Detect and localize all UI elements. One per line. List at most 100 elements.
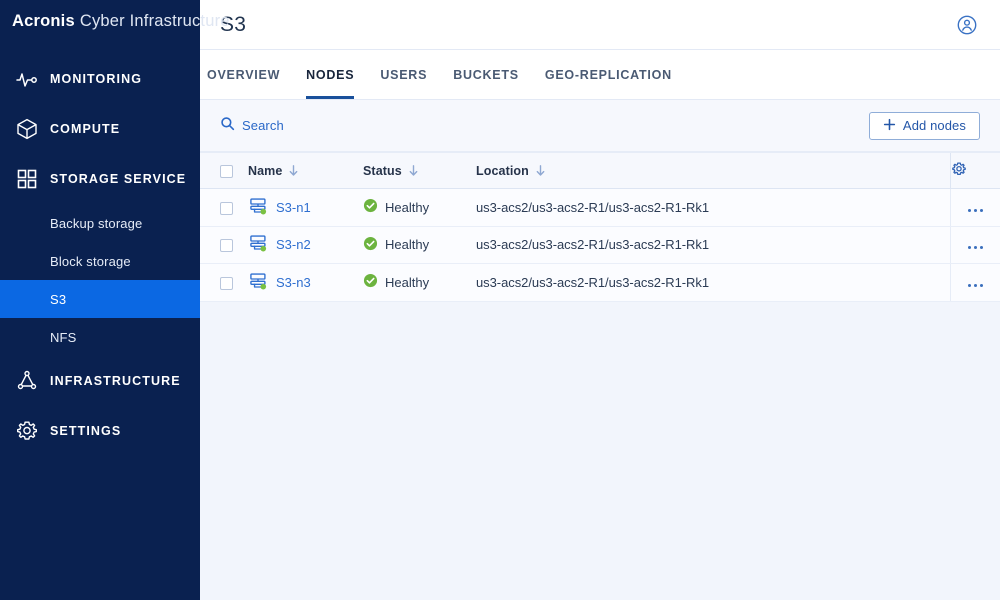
row-name-cell: S3-n2 — [248, 226, 363, 264]
node-icon — [248, 271, 268, 294]
tab-label: BUCKETS — [453, 67, 519, 82]
table-row[interactable]: S3-n2 Healthy us3-acs2/us3-acs2-R1/us3-a… — [200, 226, 1000, 264]
sidebar-subitem-block-storage[interactable]: Block storage — [0, 242, 200, 280]
sort-arrow-icon[interactable] — [535, 164, 546, 177]
sidebar-item-settings[interactable]: SETTINGS — [0, 406, 200, 456]
column-header-settings — [949, 152, 1000, 189]
top-bar: S3 — [200, 0, 1000, 50]
column-header-status[interactable]: Status — [363, 152, 476, 189]
row-status-cell: Healthy — [363, 188, 476, 227]
sidebar-subitem-label: NFS — [50, 329, 77, 345]
node-name-link[interactable]: S3-n3 — [276, 275, 311, 290]
tab-bar: OVERVIEW NODES USERS BUCKETS GEO-REPLICA… — [200, 50, 1000, 100]
sidebar-subitem-label: S3 — [50, 291, 67, 307]
sidebar-item-storage-service[interactable]: STORAGE SERVICE — [0, 154, 200, 204]
sort-arrow-icon[interactable] — [288, 164, 299, 177]
column-label: Name — [248, 163, 283, 178]
table-header-row: Name Status Location — [200, 152, 1000, 189]
sidebar-subitem-label: Block storage — [50, 253, 131, 269]
pulse-icon — [12, 64, 42, 94]
sidebar-item-monitoring[interactable]: MONITORING — [0, 54, 200, 104]
logo-brand: Acronis — [12, 11, 75, 30]
tab-label: GEO-REPLICATION — [544, 67, 672, 82]
status-label: Healthy — [385, 274, 430, 290]
tab-overview[interactable]: OVERVIEW — [207, 50, 293, 99]
row-select-cell — [200, 226, 248, 264]
search-icon — [220, 116, 235, 136]
node-icon — [248, 196, 268, 219]
row-checkbox[interactable] — [220, 276, 233, 290]
column-header-name[interactable]: Name — [248, 152, 363, 189]
triangle-nodes-icon — [12, 366, 42, 396]
status-healthy-icon — [363, 236, 378, 254]
tab-buckets[interactable]: BUCKETS — [440, 50, 532, 99]
tab-nodes[interactable]: NODES — [293, 50, 367, 99]
table-body: S3-n1 Healthy us3-acs2/us3-acs2-R1/us3-a… — [200, 188, 1000, 302]
table-row[interactable]: S3-n3 Healthy us3-acs2/us3-acs2-R1/us3-a… — [200, 263, 1000, 302]
add-nodes-label: Add nodes — [902, 118, 966, 133]
table-row[interactable]: S3-n1 Healthy us3-acs2/us3-acs2-R1/us3-a… — [200, 188, 1000, 227]
row-location-cell: us3-acs2/us3-acs2-R1/us3-acs2-R1-Rk1 — [476, 188, 950, 227]
add-nodes-button[interactable]: Add nodes — [868, 111, 980, 140]
status-label: Healthy — [385, 199, 430, 215]
search-button[interactable]: Search — [220, 116, 284, 136]
column-label: Status — [363, 163, 402, 178]
sidebar-subitem-backup-storage[interactable]: Backup storage — [0, 204, 200, 242]
sidebar-item-compute[interactable]: COMPUTE — [0, 104, 200, 154]
sidebar-subitem-nfs[interactable]: NFS — [0, 318, 200, 356]
column-header-location[interactable]: Location — [476, 152, 950, 189]
tab-label: NODES — [306, 67, 355, 82]
gear-icon — [12, 416, 42, 446]
tab-label: OVERVIEW — [207, 67, 281, 82]
tab-users[interactable]: USERS — [367, 50, 440, 99]
row-more-actions-icon[interactable] — [967, 246, 983, 250]
tab-label: USERS — [380, 67, 428, 82]
sidebar-item-label: COMPUTE — [50, 122, 121, 136]
user-account-icon[interactable] — [954, 12, 980, 38]
location-label: us3-acs2/us3-acs2-R1/us3-acs2-R1-Rk1 — [476, 199, 710, 215]
row-name-cell: S3-n3 — [248, 263, 363, 302]
table-settings-gear-icon[interactable] — [951, 161, 967, 177]
row-actions-cell — [949, 188, 1000, 227]
plus-icon — [883, 118, 896, 134]
row-select-cell — [200, 263, 248, 302]
sidebar-item-infrastructure[interactable]: INFRASTRUCTURE — [0, 356, 200, 406]
table-toolbar: Search Add nodes — [200, 100, 1000, 152]
row-checkbox[interactable] — [220, 239, 233, 253]
row-select-cell — [200, 188, 248, 227]
status-label: Healthy — [385, 237, 430, 253]
table-header: Name Status Location — [200, 152, 1000, 189]
row-status-cell: Healthy — [363, 226, 476, 264]
row-location-cell: us3-acs2/us3-acs2-R1/us3-acs2-R1-Rk1 — [476, 263, 950, 302]
status-healthy-icon — [363, 273, 378, 291]
row-name-cell: S3-n1 — [248, 188, 363, 227]
main-content: S3 OVERVIEW NODES USERS BUCKETS GEO-REPL… — [200, 0, 1000, 600]
row-more-actions-icon[interactable] — [967, 283, 983, 287]
row-more-actions-icon[interactable] — [967, 208, 983, 212]
sidebar: Acronis Cyber Infrastructure MONITORING — [0, 0, 229, 600]
cube-icon — [12, 114, 42, 144]
app-logo: Acronis Cyber Infrastructure — [0, 0, 229, 42]
nodes-table: Name Status Location S3-n1 Healthy us3-a… — [200, 152, 1000, 302]
select-all-checkbox[interactable] — [220, 164, 233, 178]
node-name-link[interactable]: S3-n2 — [276, 237, 311, 252]
app-root: Acronis Cyber Infrastructure MONITORING — [0, 0, 1000, 600]
sidebar-subitem-s3[interactable]: S3 — [0, 280, 200, 318]
grid-icon — [12, 164, 42, 194]
row-location-cell: us3-acs2/us3-acs2-R1/us3-acs2-R1-Rk1 — [476, 226, 950, 264]
sidebar-item-label: STORAGE SERVICE — [50, 172, 187, 186]
sidebar-item-label: INFRASTRUCTURE — [50, 374, 181, 388]
row-checkbox[interactable] — [220, 201, 233, 215]
row-actions-cell — [949, 263, 1000, 302]
select-all-header — [200, 152, 248, 189]
tab-geo-replication[interactable]: GEO-REPLICATION — [532, 50, 685, 99]
sidebar-subitem-label: Backup storage — [50, 215, 143, 231]
sidebar-item-label: MONITORING — [50, 72, 143, 86]
logo-product: Cyber Infrastructure — [79, 11, 230, 30]
sidebar-nav: MONITORING COMPUTE STORAGE SERVICE Backu… — [0, 54, 200, 456]
search-label: Search — [242, 118, 284, 133]
location-label: us3-acs2/us3-acs2-R1/us3-acs2-R1-Rk1 — [476, 274, 710, 290]
node-icon — [248, 233, 268, 256]
sort-arrow-icon[interactable] — [408, 164, 419, 177]
node-name-link[interactable]: S3-n1 — [276, 200, 311, 215]
